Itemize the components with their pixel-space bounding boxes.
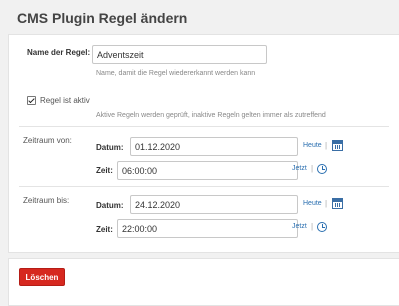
separator: | xyxy=(311,222,314,231)
calendar-icon[interactable] xyxy=(332,198,343,209)
delete-button[interactable]: Löschen xyxy=(19,268,65,286)
page-title: CMS Plugin Regel ändern xyxy=(17,10,188,26)
form-footer: Löschen xyxy=(8,258,399,306)
rule-form-panel: Name der Regel: Name, damit die Regel wi… xyxy=(8,34,399,253)
separator: | xyxy=(325,141,328,150)
checkmark-icon xyxy=(28,96,35,104)
period-from-time-label: Zeit: xyxy=(96,166,113,175)
separator: | xyxy=(325,199,328,208)
period-to-time-input[interactable] xyxy=(117,219,298,238)
rule-name-hint: Name, damit die Regel wiedererkannt werd… xyxy=(96,70,256,77)
period-to-date-input[interactable] xyxy=(130,195,298,214)
rule-name-label: Name der Regel: xyxy=(27,48,91,57)
clock-icon[interactable] xyxy=(317,164,327,174)
rule-active-label: Regel ist aktiv xyxy=(40,96,90,105)
rule-active-checkbox[interactable] xyxy=(27,96,36,105)
clock-icon[interactable] xyxy=(317,222,327,232)
period-from-today-link[interactable]: Heute xyxy=(303,142,322,149)
period-from-time-input[interactable] xyxy=(117,161,298,180)
period-from-label: Zeitraum von: xyxy=(23,136,72,145)
period-to-time-label: Zeit: xyxy=(96,225,113,234)
period-to-today-link[interactable]: Heute xyxy=(303,200,322,207)
period-to-label: Zeitraum bis: xyxy=(23,196,70,205)
period-to-now-link[interactable]: Jetzt xyxy=(292,223,307,230)
divider xyxy=(19,126,389,127)
separator: | xyxy=(311,164,314,173)
rule-active-hint: Aktive Regeln werden geprüft, inaktive R… xyxy=(96,112,326,119)
period-from-now-link[interactable]: Jetzt xyxy=(292,165,307,172)
period-to-date-label: Datum: xyxy=(96,201,124,210)
calendar-icon[interactable] xyxy=(332,140,343,151)
period-from-date-input[interactable] xyxy=(130,137,298,156)
rule-name-input[interactable] xyxy=(92,45,267,64)
period-from-date-label: Datum: xyxy=(96,143,124,152)
divider xyxy=(19,186,389,187)
